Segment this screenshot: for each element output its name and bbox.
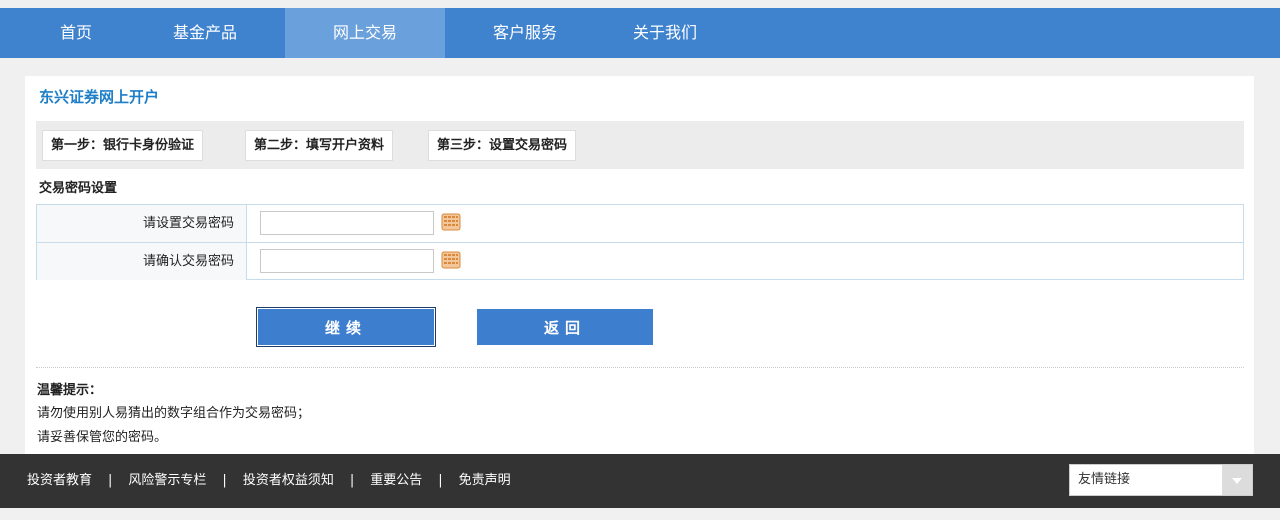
page-title: 东兴证券网上开户 [39, 88, 160, 106]
main-nav: 首页 基金产品 网上交易 客户服务 关于我们 [0, 8, 1280, 58]
chevron-down-icon[interactable] [1222, 465, 1252, 495]
set-password-label: 请设置交易密码 [37, 205, 247, 242]
tip-line-2: 请妥善保管您的密码。 [37, 430, 168, 445]
step-3: 第三步：设置交易密码 [428, 130, 577, 161]
step-1: 第一步：银行卡身份验证 [42, 130, 204, 161]
section-title: 交易密码设置 [39, 181, 118, 196]
footer-separator: | [349, 473, 355, 488]
set-password-input[interactable] [260, 211, 434, 235]
back-button[interactable]: 返回 [476, 308, 654, 346]
footer-separator: | [222, 473, 227, 488]
footer: 投资者教育 | 风险警示专栏 | 投资者权益须知 | 重要公告 | 免责声明 友… [0, 454, 1280, 508]
set-password-row: 请设置交易密码 [37, 205, 1243, 242]
nav-item-online-trading[interactable]: 网上交易 [285, 8, 445, 58]
footer-link-risk-warning[interactable]: 风险警示专栏 [128, 454, 206, 508]
footer-link-announcements[interactable]: 重要公告 [370, 454, 422, 508]
password-form: 请设置交易密码 请确认交易密码 [36, 204, 1244, 280]
footer-link-disclaimer[interactable]: 免责声明 [459, 454, 511, 508]
confirm-password-input[interactable] [260, 249, 434, 273]
footer-separator: | [108, 473, 113, 488]
nav-item-fund-products[interactable]: 基金产品 [125, 8, 285, 58]
confirm-password-row: 请确认交易密码 [37, 242, 1243, 280]
footer-link-investor-education[interactable]: 投资者教育 [27, 454, 92, 508]
nav-item-home[interactable]: 首页 [27, 8, 125, 58]
friend-links-select[interactable]: 友情链接 [1069, 464, 1253, 496]
step-bar: 第一步：银行卡身份验证 第二步：填写开户资料 第三步：设置交易密码 [36, 121, 1244, 169]
main-panel: 东兴证券网上开户 第一步：银行卡身份验证 第二步：填写开户资料 第三步：设置交易… [25, 76, 1254, 454]
keyboard-icon[interactable] [441, 251, 461, 269]
divider [36, 367, 1244, 368]
nav-item-about-us[interactable]: 关于我们 [605, 8, 725, 58]
confirm-password-label: 请确认交易密码 [37, 243, 247, 280]
continue-button[interactable]: 继续 [256, 307, 436, 347]
footer-separator: | [438, 473, 443, 488]
nav-item-customer-service[interactable]: 客户服务 [445, 8, 605, 58]
step-2: 第二步：填写开户资料 [245, 130, 394, 161]
tip-line-1: 请勿使用别人易猜出的数字组合作为交易密码； [37, 406, 311, 421]
footer-links: 投资者教育 | 风险警示专栏 | 投资者权益须知 | 重要公告 | 免责声明 [27, 454, 511, 508]
friend-links-label: 友情链接 [1078, 472, 1131, 487]
tips-title: 温馨提示： [37, 383, 103, 398]
footer-link-investor-rights[interactable]: 投资者权益须知 [243, 454, 334, 508]
keyboard-icon[interactable] [441, 213, 461, 231]
